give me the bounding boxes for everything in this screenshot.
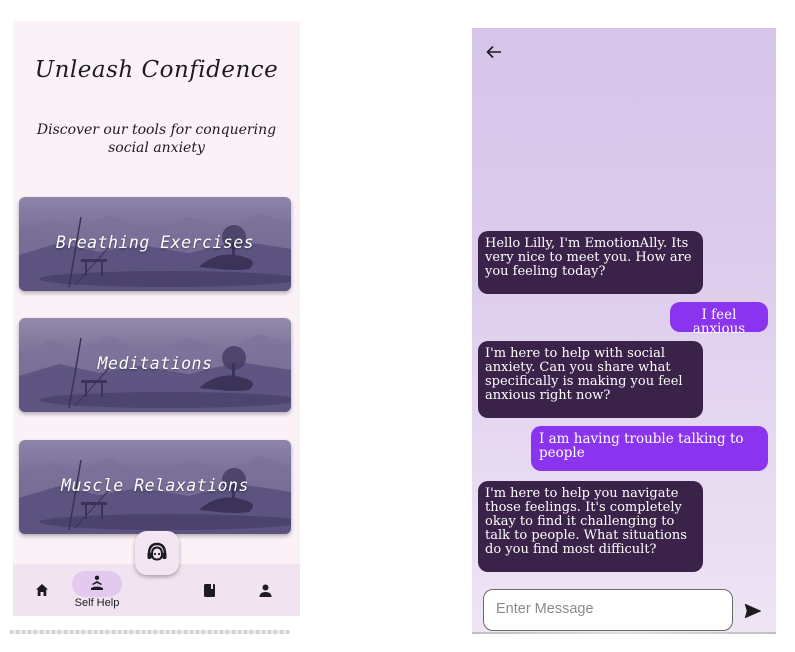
book-icon [203, 583, 215, 597]
user-message: I am having trouble talking to people [531, 426, 768, 471]
screen-bottom-edge [10, 630, 290, 634]
card-label: Meditations [97, 354, 213, 373]
meditation-icon [91, 575, 103, 590]
card-label: Breathing Exercises [55, 233, 255, 252]
bot-message: Hello Lilly, I'm EmotionAlly. Its very n… [478, 231, 703, 294]
page-title: Unleash Confidence [34, 57, 279, 83]
nav-home[interactable] [27, 564, 57, 616]
self-help-screen: Unleash Confidence Discover our tools fo… [13, 21, 300, 616]
home-icon [36, 584, 48, 596]
send-icon[interactable] [744, 603, 762, 619]
meditations-card[interactable]: Meditations [19, 318, 291, 412]
arrow-left-icon[interactable] [486, 45, 502, 59]
nav-profile[interactable] [250, 564, 280, 616]
chat-support-fab[interactable] [135, 531, 179, 575]
chat-screen: Hello Lilly, I'm EmotionAlly. Its very n… [472, 28, 776, 633]
muscle-relaxations-card[interactable]: Muscle Relaxations [19, 440, 291, 534]
message-input-container [483, 589, 733, 631]
page-subtitle: Discover our tools for conquering social… [36, 122, 277, 156]
user-message: I feel anxious [670, 302, 768, 336]
nav-self-help-label: Self Help [74, 597, 120, 609]
card-label: Muscle Relaxations [61, 476, 249, 495]
bot-message: I'm here to help you navigate those feel… [478, 481, 703, 572]
message-input[interactable] [496, 601, 716, 617]
breathing-exercises-card[interactable]: Breathing Exercises [19, 197, 291, 291]
support-agent-icon [147, 542, 167, 561]
nav-journal[interactable] [194, 564, 224, 616]
person-icon [259, 584, 271, 597]
bot-message: I'm here to help with social anxiety. Ca… [478, 341, 703, 418]
screen-bottom-edge [472, 632, 776, 634]
